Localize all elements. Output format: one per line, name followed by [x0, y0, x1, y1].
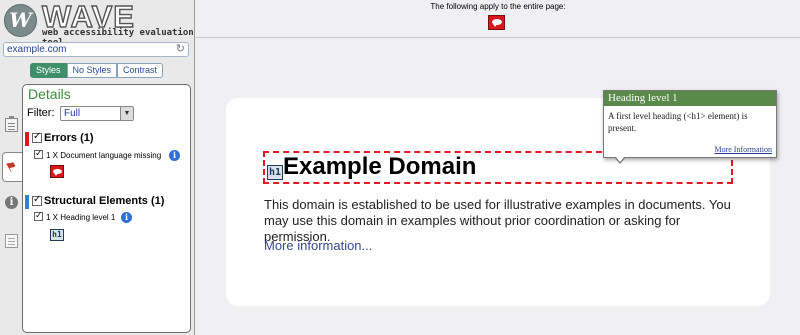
structural-elements-category-label[interactable]: Structural Elements (1)	[44, 195, 164, 207]
errors-checkbox[interactable]	[32, 131, 42, 143]
chevron-down-icon[interactable]: ▼	[120, 107, 133, 120]
wave-logo-mark: W	[4, 4, 37, 37]
info-icon[interactable]: i	[169, 150, 180, 161]
tooltip-more-information-link[interactable]: More Information	[714, 145, 772, 154]
evaluated-page: h1 Example Domain This domain is establi…	[196, 39, 800, 335]
structure-color-bar	[25, 195, 29, 209]
heading-level-1-item[interactable]: 1 X Heading level 1	[46, 213, 115, 222]
more-information-link[interactable]: More information...	[264, 238, 372, 253]
tab-contrast[interactable]: Contrast	[117, 63, 164, 78]
tooltip-pointer	[614, 156, 626, 164]
tab-no-styles[interactable]: No Styles	[66, 63, 118, 78]
wave-sidebar: W WAVE web accessibility evaluation tool…	[0, 0, 195, 335]
clipboard-icon[interactable]	[5, 116, 18, 132]
tooltip-title: Heading level 1	[604, 91, 776, 106]
heading-tooltip: Heading level 1 A first level heading (<…	[603, 90, 777, 164]
details-title: Details	[28, 86, 71, 102]
structural-elements-checkbox[interactable]	[32, 194, 42, 206]
document-language-checkbox[interactable]	[34, 148, 43, 159]
page-level-caption: The following apply to the entire page:	[430, 2, 566, 11]
errors-category-label[interactable]: Errors (1)	[44, 132, 94, 144]
tooltip-body: A first level heading (<h1> element) is …	[608, 111, 748, 133]
details-panel: Details Filter: Full ▼ Errors (1) 1 X Do…	[22, 84, 191, 333]
document-language-item[interactable]: 1 X Document language missing	[46, 151, 161, 160]
h1-icon[interactable]: h1	[267, 165, 283, 180]
reload-icon[interactable]: ↻	[176, 43, 185, 56]
filter-value: Full	[64, 108, 81, 119]
filter-select[interactable]: Full ▼	[60, 106, 134, 121]
details-tab[interactable]: ⚑	[2, 152, 24, 182]
h1-icon[interactable]: h1	[50, 229, 64, 241]
page-level-bar: The following apply to the entire page:	[196, 0, 800, 38]
url-field[interactable]: example.com ↻	[3, 42, 189, 57]
view-mode-tabs: Styles No Styles Contrast	[30, 63, 164, 78]
error-icon[interactable]	[488, 15, 505, 30]
wave-logo[interactable]: W WAVE web accessibility evaluation tool	[4, 0, 194, 48]
info-icon[interactable]: i	[121, 212, 132, 223]
document-icon[interactable]	[5, 234, 18, 248]
errors-color-bar	[25, 132, 29, 146]
page-heading: Example Domain	[283, 153, 477, 180]
filter-label: Filter:	[27, 107, 55, 119]
tab-styles[interactable]: Styles	[30, 63, 67, 78]
heading-level-1-checkbox[interactable]	[34, 210, 43, 221]
url-value[interactable]: example.com	[7, 44, 66, 55]
flag-icon: ⚑	[2, 157, 21, 176]
info-icon[interactable]: i	[5, 196, 18, 209]
error-icon[interactable]	[50, 165, 64, 178]
